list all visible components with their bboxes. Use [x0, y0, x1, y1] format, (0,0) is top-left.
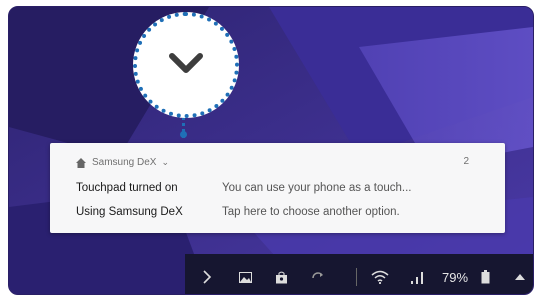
wifi-icon[interactable]: [369, 254, 391, 294]
signal-icon[interactable]: [407, 254, 429, 294]
chevron-down-icon: [168, 51, 204, 80]
battery-icon[interactable]: [477, 254, 493, 294]
notification-row[interactable]: Using Samsung DeX Tap here to choose ano…: [76, 206, 400, 218]
dex-desktop: Samsung DeX ⌄ 2 Touchpad turned on You c…: [8, 6, 534, 295]
notification-text: Tap here to choose another option.: [222, 206, 400, 218]
taskbar-divider: [356, 268, 357, 286]
notification-app-name: Samsung DeX: [92, 157, 157, 168]
image-icon[interactable]: [235, 254, 255, 294]
callout-magnifier: [133, 12, 239, 118]
notification-title: Touchpad turned on: [76, 182, 178, 194]
battery-percentage: 79%: [441, 269, 469, 285]
notification-row[interactable]: Touchpad turned on You can use your phon…: [76, 182, 411, 194]
chevron-right-icon[interactable]: [197, 254, 217, 294]
notification-title: Using Samsung DeX: [76, 206, 183, 218]
notification-count: 2: [463, 156, 469, 167]
notification-header: Samsung DeX ⌄: [76, 157, 169, 168]
callout-anchor-dot: [180, 131, 187, 138]
bag-icon[interactable]: [271, 254, 291, 294]
taskbar: 79%: [185, 254, 533, 294]
sync-icon[interactable]: [307, 254, 329, 294]
home-icon: [76, 157, 86, 168]
expand-chevron-icon[interactable]: ⌄: [161, 157, 169, 168]
notification-card[interactable]: Samsung DeX ⌄ 2 Touchpad turned on You c…: [50, 143, 505, 233]
caret-up-icon[interactable]: [511, 254, 529, 294]
notification-text: You can use your phone as a touch...: [222, 182, 412, 194]
